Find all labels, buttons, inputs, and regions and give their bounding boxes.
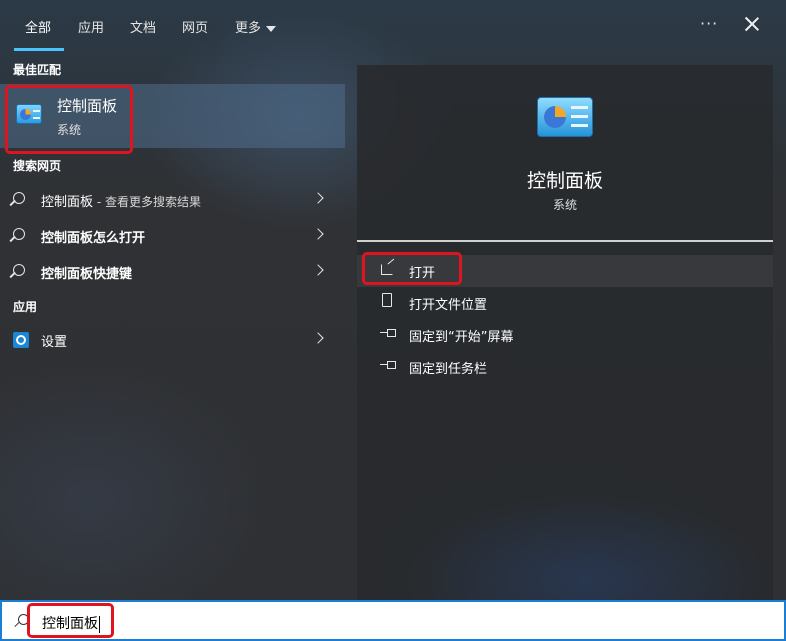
- search-icon: [13, 264, 25, 276]
- apps-heading: 应用: [13, 300, 38, 314]
- app-item-settings[interactable]: 设置: [0, 323, 345, 357]
- start-search-window: 全部 应用 文档 网页 更多 ··· 最佳匹配 控制面板 系统 搜索网页 控制面…: [0, 0, 786, 641]
- web-search-heading: 搜索网页: [13, 159, 62, 173]
- web-search-suffix: - 查看更多搜索结果: [93, 195, 201, 209]
- search-icon: [13, 192, 25, 204]
- tab-web[interactable]: 网页: [182, 17, 208, 36]
- pin-icon: [380, 361, 396, 369]
- tab-more-label: 更多: [235, 21, 262, 36]
- active-tab-indicator: [14, 48, 64, 51]
- search-icon: [13, 228, 25, 240]
- pin-icon: [380, 329, 396, 337]
- details-subtitle: 系统: [552, 198, 577, 212]
- web-search-item[interactable]: 控制面板怎么打开: [0, 219, 345, 253]
- action-pin-to-start[interactable]: 固定到“开始”屏幕: [357, 319, 773, 351]
- ellipsis-icon[interactable]: ···: [700, 14, 718, 33]
- annotation-highlight-open: [362, 252, 462, 285]
- tab-documents[interactable]: 文档: [130, 17, 156, 36]
- line-graphic: [571, 115, 588, 118]
- tab-apps[interactable]: 应用: [78, 17, 104, 36]
- chevron-right-icon[interactable]: [312, 192, 324, 204]
- action-label: 固定到“开始”屏幕: [409, 330, 514, 345]
- web-search-query: 控制面板快捷键: [41, 267, 133, 282]
- chevron-right-icon[interactable]: [312, 264, 324, 276]
- web-search-label: 控制面板怎么打开: [41, 227, 145, 246]
- pie-graphic: [544, 106, 566, 128]
- details-divider: [357, 240, 773, 242]
- search-box[interactable]: 控制面板: [0, 600, 786, 641]
- best-match-heading: 最佳匹配: [13, 63, 62, 77]
- gear-icon: [13, 332, 29, 348]
- folder-icon: [382, 293, 392, 307]
- annotation-highlight-search: [27, 603, 114, 638]
- web-search-item[interactable]: 控制面板 - 查看更多搜索结果: [0, 183, 345, 217]
- web-search-query: 控制面板怎么打开: [41, 231, 146, 246]
- web-search-item[interactable]: 控制面板快捷键: [0, 255, 345, 289]
- line-graphic: [571, 106, 588, 109]
- line-graphic: [571, 124, 588, 127]
- web-search-query: 控制面板: [41, 195, 94, 210]
- close-icon[interactable]: [740, 12, 764, 36]
- action-pin-to-taskbar[interactable]: 固定到任务栏: [357, 351, 773, 383]
- annotation-highlight-best-match: [5, 85, 133, 154]
- web-search-label: 控制面板 - 查看更多搜索结果: [41, 191, 201, 210]
- details-background-glow: [357, 440, 773, 600]
- action-open-file-location[interactable]: 打开文件位置: [357, 287, 773, 319]
- tab-more[interactable]: 更多: [235, 17, 277, 36]
- web-search-label: 控制面板快捷键: [41, 263, 132, 282]
- chevron-right-icon[interactable]: [312, 332, 324, 344]
- chevron-right-icon[interactable]: [312, 228, 324, 240]
- details-title: 控制面板: [526, 170, 603, 192]
- tab-bar: 全部 应用 文档 网页 更多 ···: [0, 0, 786, 52]
- chevron-down-icon: [266, 25, 277, 32]
- app-item-label: 设置: [41, 335, 68, 350]
- tab-all[interactable]: 全部: [25, 17, 51, 36]
- action-label: 打开文件位置: [409, 298, 488, 313]
- control-panel-icon: [537, 97, 593, 137]
- action-label: 固定到任务栏: [409, 362, 488, 377]
